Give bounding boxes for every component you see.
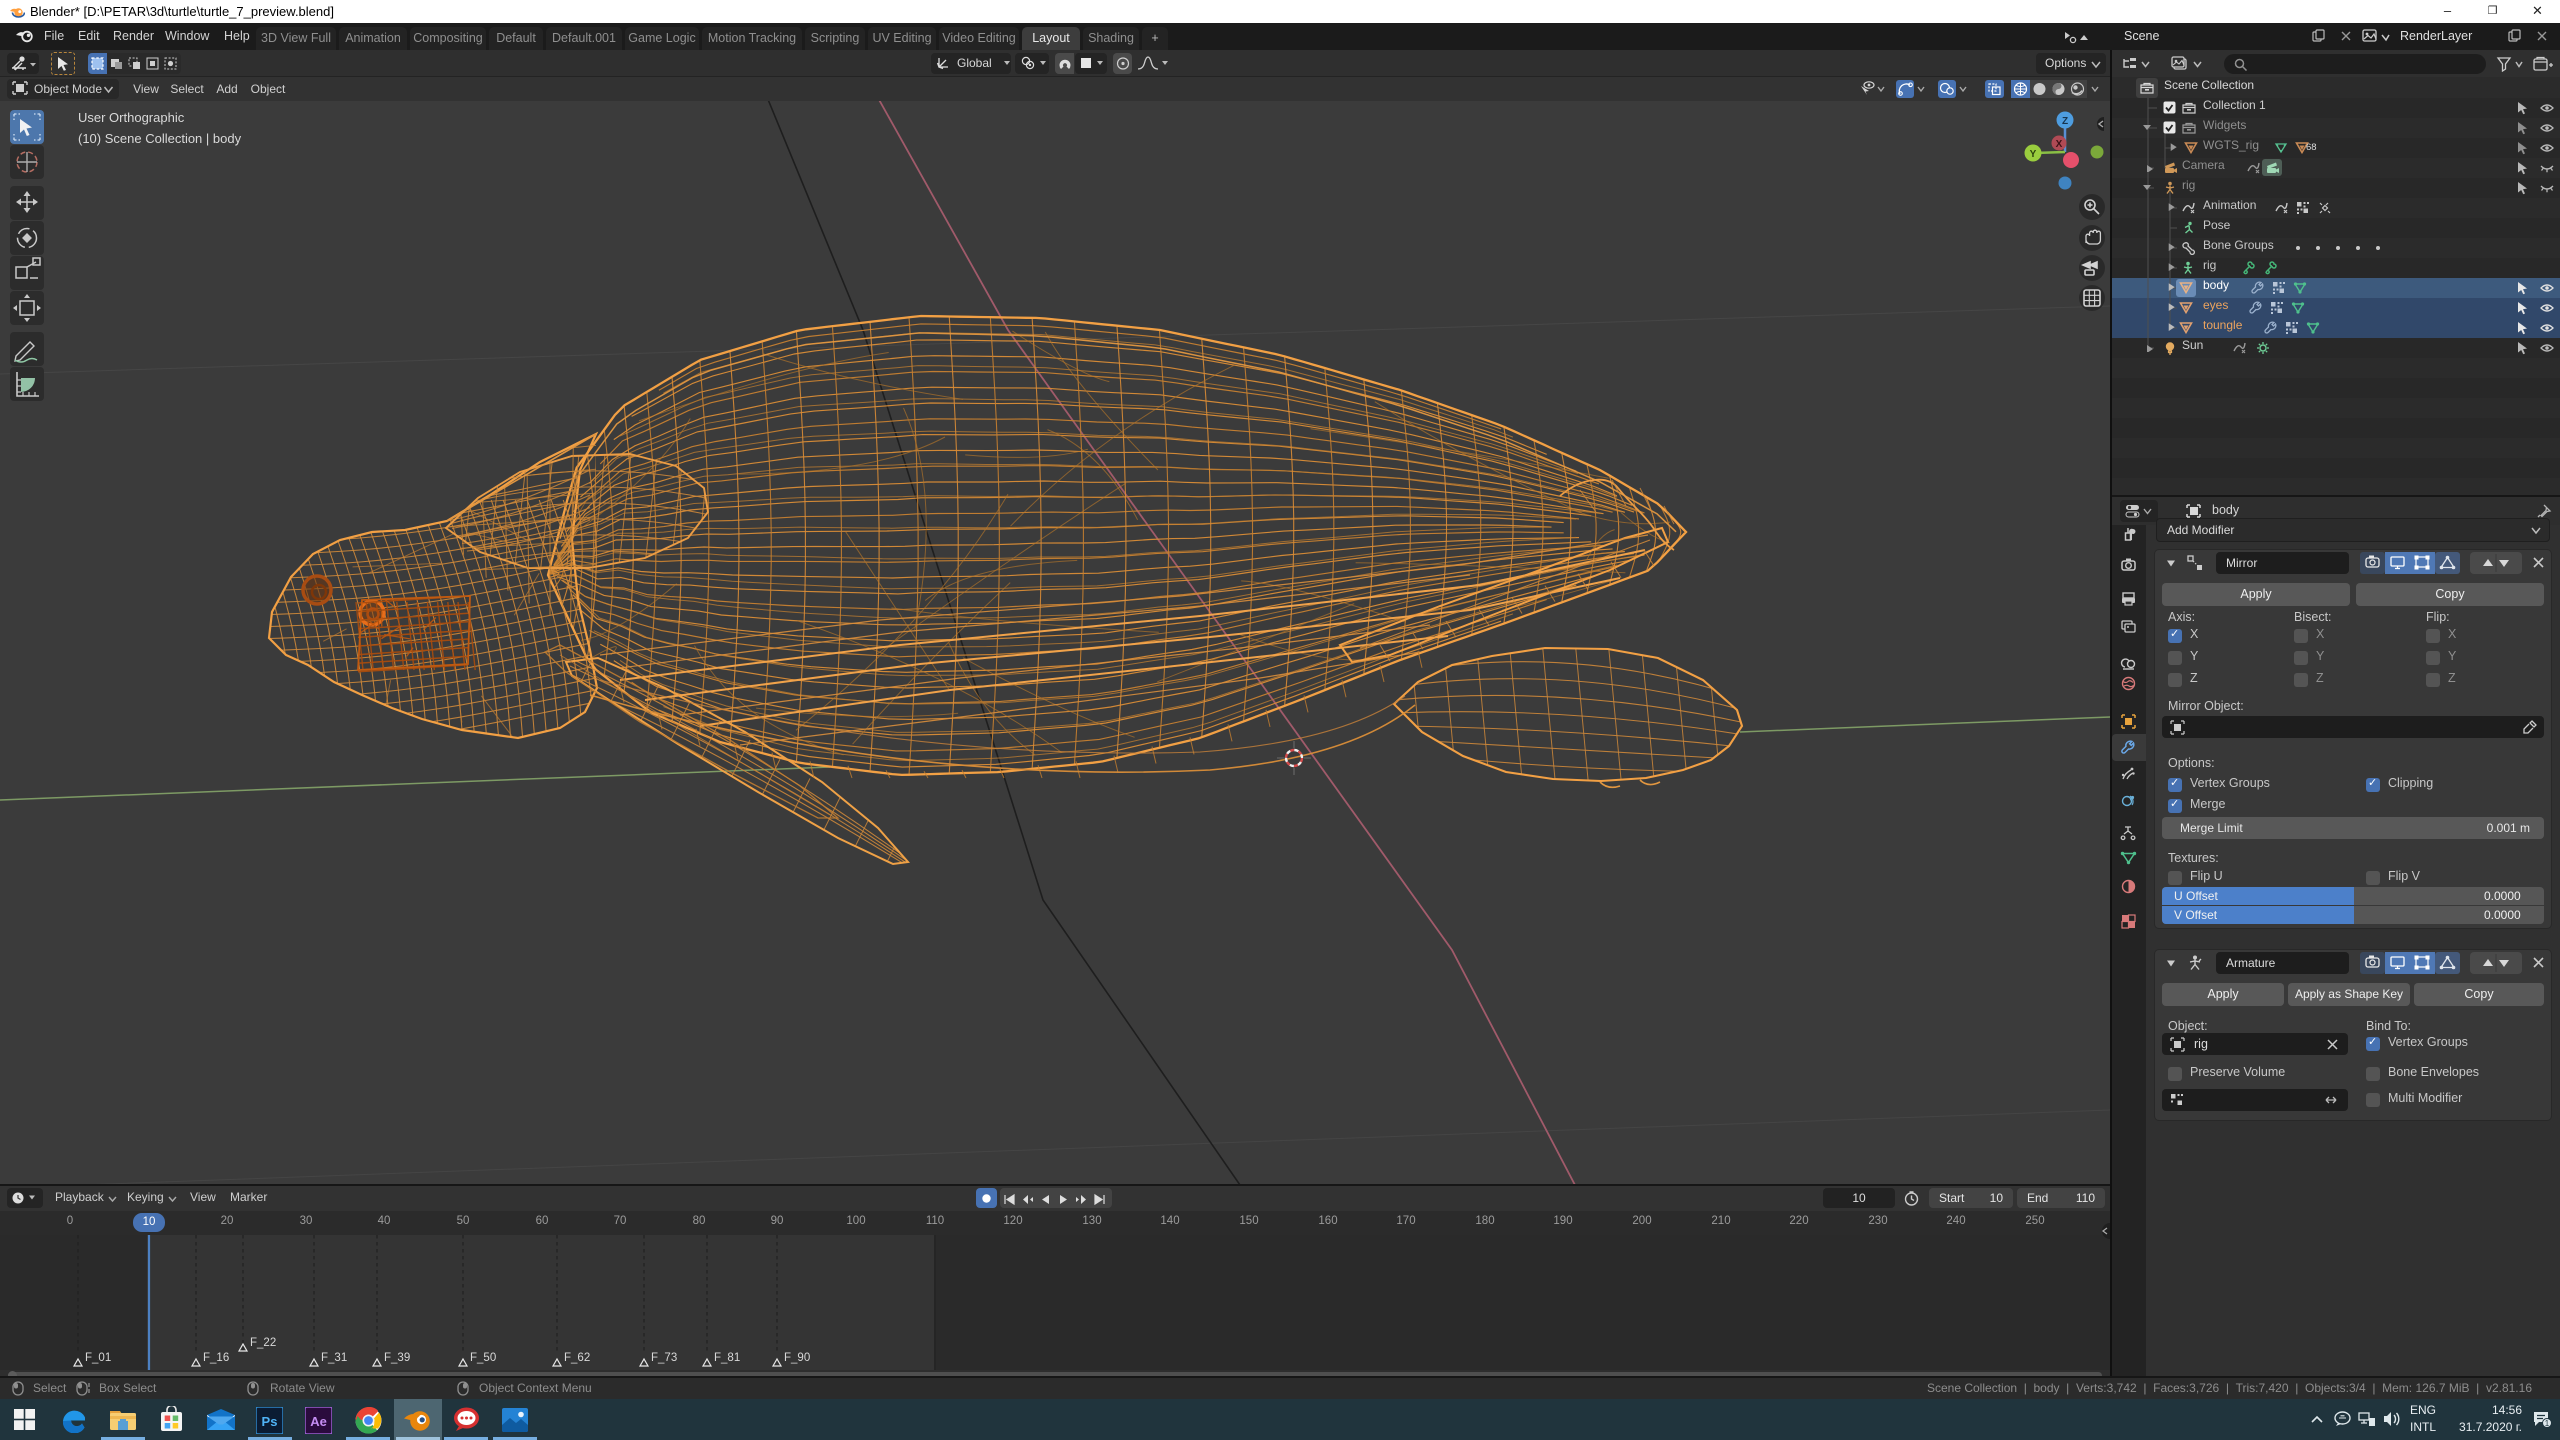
svg-text:(10) Scene Collection | body: (10) Scene Collection | body xyxy=(78,131,242,146)
svg-text:User Orthographic: User Orthographic xyxy=(78,110,185,125)
svg-text:Ae: Ae xyxy=(310,1414,327,1429)
svg-text:Z: Z xyxy=(2062,116,2068,127)
svg-text:Ps: Ps xyxy=(262,1414,278,1429)
svg-text:1: 1 xyxy=(2545,1419,2550,1428)
svg-text:X: X xyxy=(2056,139,2063,150)
svg-text:Y: Y xyxy=(2030,149,2037,160)
